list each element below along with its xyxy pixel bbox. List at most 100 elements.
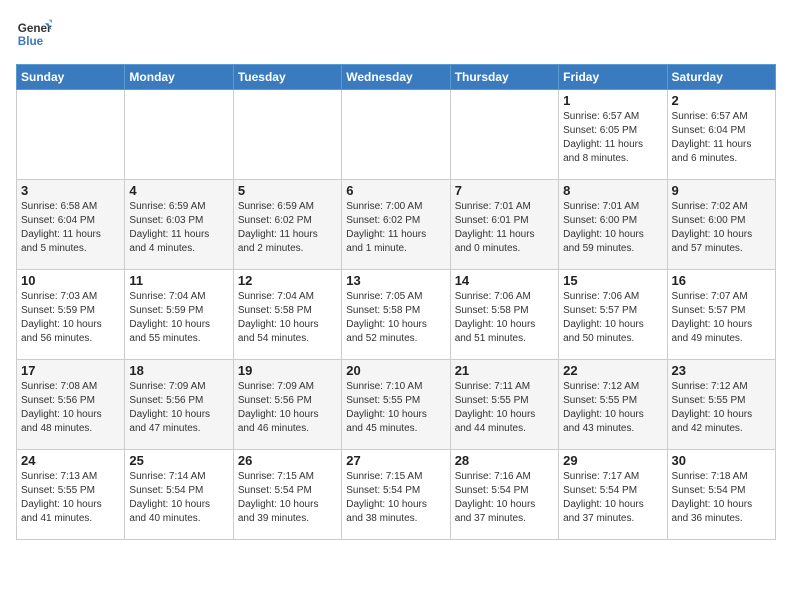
day-number: 26: [238, 453, 337, 468]
day-number: 7: [455, 183, 554, 198]
calendar-cell: 15 Sunrise: 7:06 AM Sunset: 5:57 PM Dayli…: [559, 270, 667, 360]
calendar-cell: 26 Sunrise: 7:15 AM Sunset: 5:54 PM Dayli…: [233, 450, 341, 540]
calendar-cell: [233, 90, 341, 180]
day-info: Sunrise: 7:16 AM Sunset: 5:54 PM Dayligh…: [455, 470, 554, 526]
day-number: 25: [129, 453, 228, 468]
calendar-cell: 4 Sunrise: 6:59 AM Sunset: 6:03 PM Daylig…: [125, 180, 233, 270]
weekday-header: Thursday: [450, 65, 558, 90]
calendar-cell: 30Sunrise: 7:18 AM Sunset: 5:54 PM Dayli…: [667, 450, 775, 540]
day-info: Sunrise: 6:57 AM Sunset: 6:04 PM Dayligh…: [672, 110, 771, 166]
day-info: Sunrise: 7:08 AM Sunset: 5:56 PM Dayligh…: [21, 380, 120, 436]
day-info: Sunrise: 7:03 AM Sunset: 5:59 PM Dayligh…: [21, 290, 120, 346]
day-number: 17: [21, 363, 120, 378]
calendar-cell: 16 Sunrise: 7:07 AM Sunset: 5:57 PM Dayli…: [667, 270, 775, 360]
day-info: Sunrise: 7:05 AM Sunset: 5:58 PM Dayligh…: [346, 290, 445, 346]
day-number: 4: [129, 183, 228, 198]
calendar-cell: 17 Sunrise: 7:08 AM Sunset: 5:56 PM Dayli…: [17, 360, 125, 450]
day-info: Sunrise: 7:07 AM Sunset: 5:57 PM Dayligh…: [672, 290, 771, 346]
day-number: 14: [455, 273, 554, 288]
day-number: 16: [672, 273, 771, 288]
logo-icon: General Blue: [16, 16, 52, 52]
svg-text:Blue: Blue: [18, 35, 44, 48]
calendar-cell: 8 Sunrise: 7:01 AM Sunset: 6:00 PM Daylig…: [559, 180, 667, 270]
day-number: 23: [672, 363, 771, 378]
calendar-cell: 1 Sunrise: 6:57 AM Sunset: 6:05 PM Daylig…: [559, 90, 667, 180]
day-info: Sunrise: 7:00 AM Sunset: 6:02 PM Dayligh…: [346, 200, 445, 256]
calendar-cell: 19 Sunrise: 7:09 AM Sunset: 5:56 PM Dayli…: [233, 360, 341, 450]
calendar-cell: 25 Sunrise: 7:14 AM Sunset: 5:54 PM Dayli…: [125, 450, 233, 540]
day-number: 15: [563, 273, 662, 288]
day-info: Sunrise: 7:10 AM Sunset: 5:55 PM Dayligh…: [346, 380, 445, 436]
calendar-cell: [125, 90, 233, 180]
logo: General Blue: [16, 16, 56, 52]
day-info: Sunrise: 7:02 AM Sunset: 6:00 PM Dayligh…: [672, 200, 771, 256]
day-info: Sunrise: 7:01 AM Sunset: 6:00 PM Dayligh…: [563, 200, 662, 256]
calendar-cell: 3 Sunrise: 6:58 AM Sunset: 6:04 PM Daylig…: [17, 180, 125, 270]
calendar-cell: 9 Sunrise: 7:02 AM Sunset: 6:00 PM Daylig…: [667, 180, 775, 270]
calendar-cell: 10 Sunrise: 7:03 AM Sunset: 5:59 PM Dayli…: [17, 270, 125, 360]
day-number: 10: [21, 273, 120, 288]
calendar-cell: 18 Sunrise: 7:09 AM Sunset: 5:56 PM Dayli…: [125, 360, 233, 450]
day-number: 9: [672, 183, 771, 198]
day-number: 6: [346, 183, 445, 198]
day-info: Sunrise: 6:59 AM Sunset: 6:03 PM Dayligh…: [129, 200, 228, 256]
weekday-header: Friday: [559, 65, 667, 90]
calendar-header-row: SundayMondayTuesdayWednesdayThursdayFrid…: [17, 65, 776, 90]
day-number: 13: [346, 273, 445, 288]
day-number: 28: [455, 453, 554, 468]
day-info: Sunrise: 7:17 AM Sunset: 5:54 PM Dayligh…: [563, 470, 662, 526]
day-info: Sunrise: 6:59 AM Sunset: 6:02 PM Dayligh…: [238, 200, 337, 256]
weekday-header: Wednesday: [342, 65, 450, 90]
day-number: 19: [238, 363, 337, 378]
day-number: 24: [21, 453, 120, 468]
day-info: Sunrise: 7:06 AM Sunset: 5:58 PM Dayligh…: [455, 290, 554, 346]
day-number: 27: [346, 453, 445, 468]
calendar-cell: 12 Sunrise: 7:04 AM Sunset: 5:58 PM Dayli…: [233, 270, 341, 360]
day-info: Sunrise: 7:15 AM Sunset: 5:54 PM Dayligh…: [238, 470, 337, 526]
day-info: Sunrise: 7:09 AM Sunset: 5:56 PM Dayligh…: [129, 380, 228, 436]
day-info: Sunrise: 7:09 AM Sunset: 5:56 PM Dayligh…: [238, 380, 337, 436]
calendar-cell: [17, 90, 125, 180]
weekday-header: Sunday: [17, 65, 125, 90]
day-number: 2: [672, 93, 771, 108]
calendar-table: SundayMondayTuesdayWednesdayThursdayFrid…: [16, 64, 776, 540]
calendar-cell: 28 Sunrise: 7:16 AM Sunset: 5:54 PM Dayli…: [450, 450, 558, 540]
day-number: 29: [563, 453, 662, 468]
calendar-week-row: 10 Sunrise: 7:03 AM Sunset: 5:59 PM Dayli…: [17, 270, 776, 360]
calendar-cell: 21Sunrise: 7:11 AM Sunset: 5:55 PM Dayli…: [450, 360, 558, 450]
day-number: 11: [129, 273, 228, 288]
weekday-header: Monday: [125, 65, 233, 90]
calendar-cell: 27Sunrise: 7:15 AM Sunset: 5:54 PM Dayli…: [342, 450, 450, 540]
day-number: 5: [238, 183, 337, 198]
day-number: 8: [563, 183, 662, 198]
weekday-header: Tuesday: [233, 65, 341, 90]
calendar-cell: 11 Sunrise: 7:04 AM Sunset: 5:59 PM Dayli…: [125, 270, 233, 360]
calendar-cell: 29 Sunrise: 7:17 AM Sunset: 5:54 PM Dayli…: [559, 450, 667, 540]
calendar-week-row: 1 Sunrise: 6:57 AM Sunset: 6:05 PM Daylig…: [17, 90, 776, 180]
day-number: 3: [21, 183, 120, 198]
day-number: 18: [129, 363, 228, 378]
calendar-cell: 6 Sunrise: 7:00 AM Sunset: 6:02 PM Daylig…: [342, 180, 450, 270]
day-info: Sunrise: 7:04 AM Sunset: 5:59 PM Dayligh…: [129, 290, 228, 346]
calendar-week-row: 17 Sunrise: 7:08 AM Sunset: 5:56 PM Dayli…: [17, 360, 776, 450]
day-info: Sunrise: 6:58 AM Sunset: 6:04 PM Dayligh…: [21, 200, 120, 256]
day-info: Sunrise: 7:11 AM Sunset: 5:55 PM Dayligh…: [455, 380, 554, 436]
calendar-cell: [450, 90, 558, 180]
calendar-week-row: 3 Sunrise: 6:58 AM Sunset: 6:04 PM Daylig…: [17, 180, 776, 270]
calendar-cell: 2 Sunrise: 6:57 AM Sunset: 6:04 PM Daylig…: [667, 90, 775, 180]
day-info: Sunrise: 7:04 AM Sunset: 5:58 PM Dayligh…: [238, 290, 337, 346]
day-number: 1: [563, 93, 662, 108]
day-info: Sunrise: 7:14 AM Sunset: 5:54 PM Dayligh…: [129, 470, 228, 526]
calendar-cell: 23 Sunrise: 7:12 AM Sunset: 5:55 PM Dayli…: [667, 360, 775, 450]
day-info: Sunrise: 7:06 AM Sunset: 5:57 PM Dayligh…: [563, 290, 662, 346]
day-info: Sunrise: 7:12 AM Sunset: 5:55 PM Dayligh…: [672, 380, 771, 436]
day-info: Sunrise: 7:18 AM Sunset: 5:54 PM Dayligh…: [672, 470, 771, 526]
day-info: Sunrise: 6:57 AM Sunset: 6:05 PM Dayligh…: [563, 110, 662, 166]
weekday-header: Saturday: [667, 65, 775, 90]
calendar-cell: 22Sunrise: 7:12 AM Sunset: 5:55 PM Dayli…: [559, 360, 667, 450]
calendar-cell: 7Sunrise: 7:01 AM Sunset: 6:01 PM Daylig…: [450, 180, 558, 270]
calendar-cell: 5 Sunrise: 6:59 AM Sunset: 6:02 PM Daylig…: [233, 180, 341, 270]
calendar-cell: 13 Sunrise: 7:05 AM Sunset: 5:58 PM Dayli…: [342, 270, 450, 360]
calendar-week-row: 24Sunrise: 7:13 AM Sunset: 5:55 PM Dayli…: [17, 450, 776, 540]
day-number: 12: [238, 273, 337, 288]
